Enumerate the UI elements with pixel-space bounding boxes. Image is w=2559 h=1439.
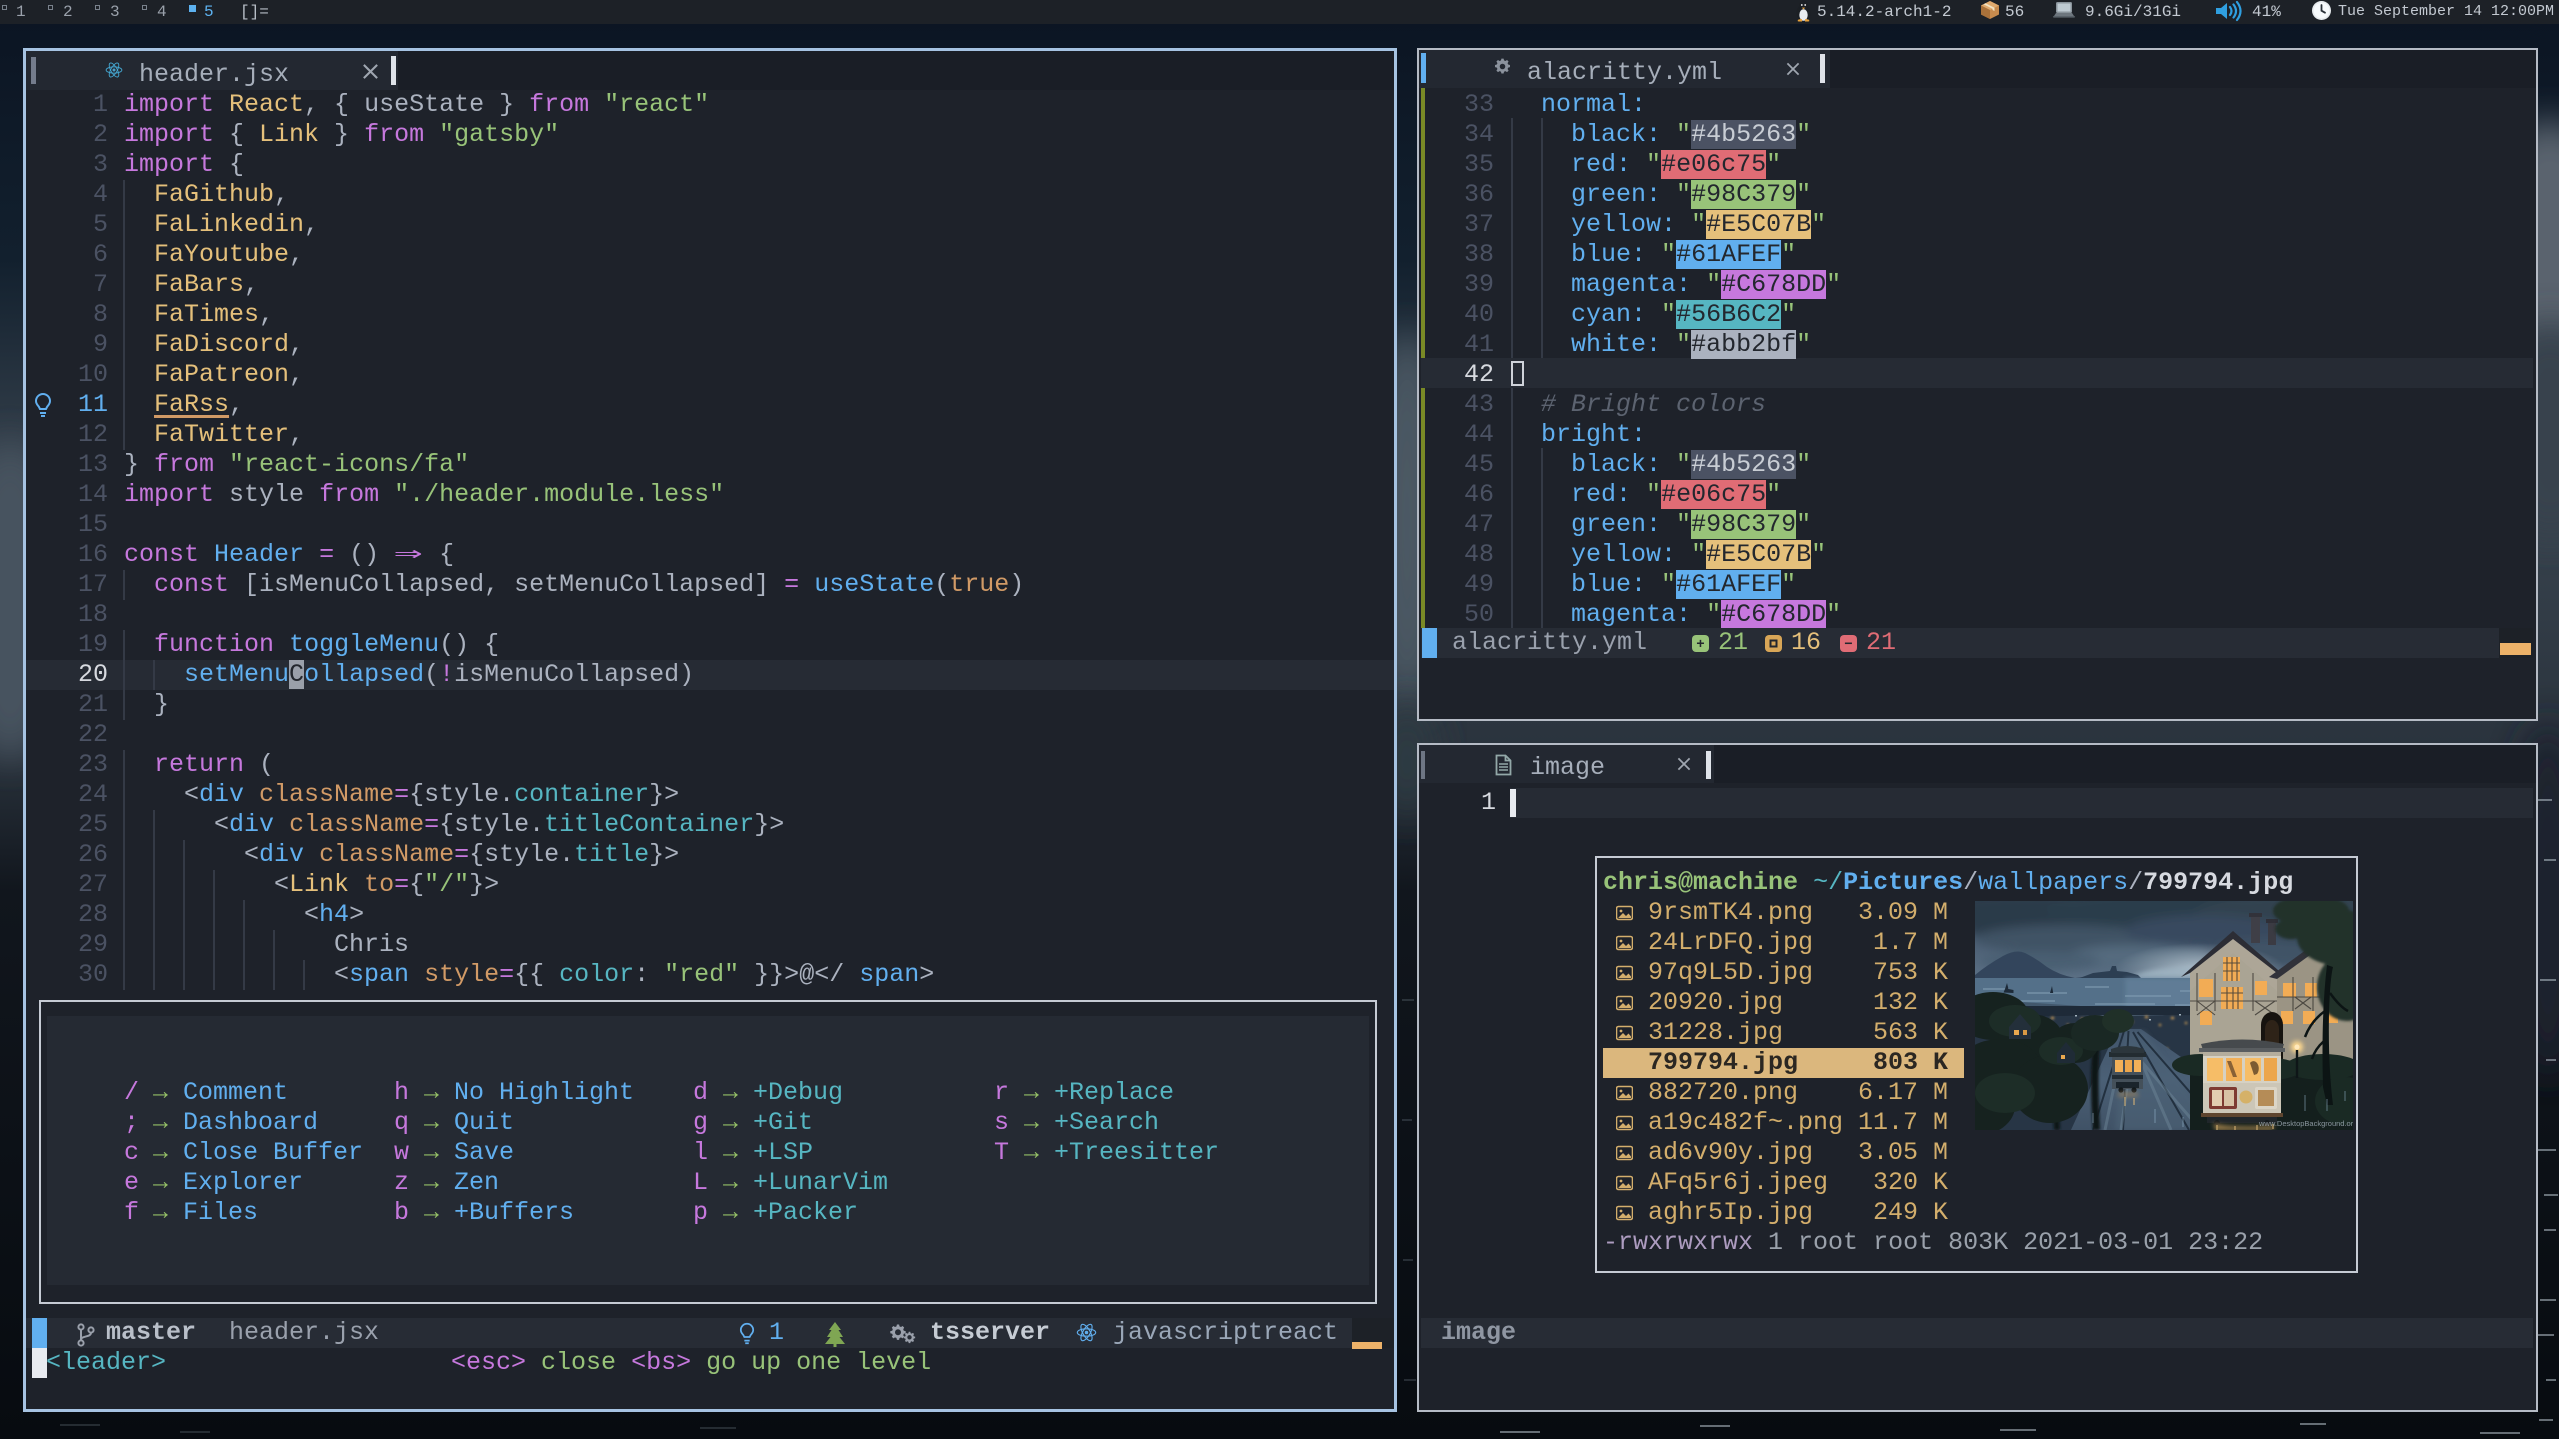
svg-text:−: − xyxy=(1844,635,1852,651)
svg-text:+: + xyxy=(1696,635,1704,651)
svg-text:www.DesktopBackground.org: www.DesktopBackground.org xyxy=(2258,1119,2353,1128)
